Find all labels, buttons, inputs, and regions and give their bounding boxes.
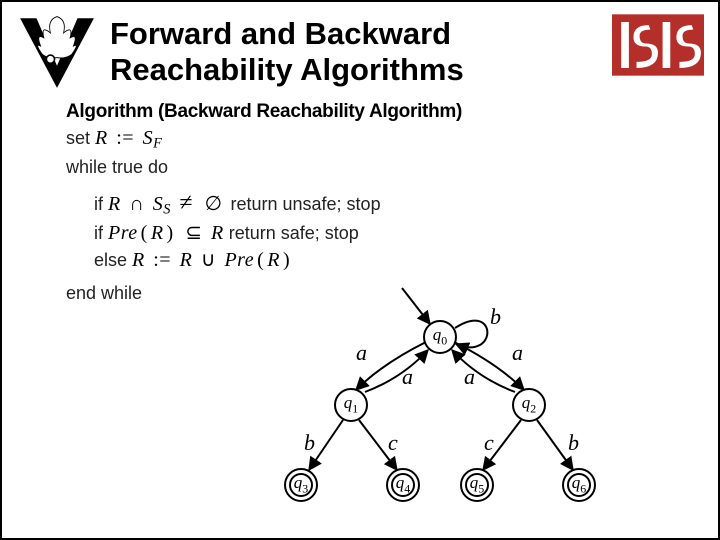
edge-label-c-q1q4: c xyxy=(388,430,398,456)
edge-label-a-left: a xyxy=(356,340,367,366)
state-q2: q2 xyxy=(512,388,546,422)
state-q3-accept: q3 xyxy=(284,468,318,502)
algo-set-keyword: set xyxy=(66,128,95,148)
state-q6-accept: q6 xyxy=(562,468,596,502)
vanderbilt-logo xyxy=(16,10,98,92)
edge-label-b-loop: b xyxy=(490,304,501,330)
state-q5-accept: q5 xyxy=(460,468,494,502)
automaton-diagram: q0 q1 q2 q3 q4 q5 q6 b a a a a b c c b xyxy=(252,282,682,532)
isis-logo xyxy=(612,14,704,76)
slide-title: Forward and Backward Reachability Algori… xyxy=(110,10,600,87)
algo-cond1-action: return unsafe; stop xyxy=(230,194,380,214)
algo-else-keyword: else xyxy=(94,250,132,270)
algo-cond2-expr: Pre(R) ⊆ R xyxy=(108,222,224,244)
edge-label-a-midr: a xyxy=(464,364,475,390)
edge-label-c-q2q5: c xyxy=(484,430,494,456)
state-q1: q1 xyxy=(334,388,368,422)
algo-cond1-expr: R ∩ SS ≠ ∅ xyxy=(108,193,225,215)
state-q0: q0 xyxy=(423,320,457,354)
algo-if2-keyword: if xyxy=(94,223,108,243)
edge-label-b-q2q6: b xyxy=(568,430,579,456)
slide: Forward and Backward Reachability Algori… xyxy=(0,0,720,540)
slide-header: Forward and Backward Reachability Algori… xyxy=(2,2,718,96)
algo-endwhile: end while xyxy=(66,283,142,303)
algorithm-block: Algorithm (Backward Reachability Algorit… xyxy=(2,96,718,307)
edge-label-a-midl: a xyxy=(402,364,413,390)
algo-else-expr: R := R ∪ Pre(R) xyxy=(132,249,293,271)
edge-label-a-right: a xyxy=(512,340,523,366)
algo-init-expr: R := SF xyxy=(95,127,162,149)
algo-while: while true do xyxy=(66,157,168,177)
algo-cond2-action: return safe; stop xyxy=(229,223,359,243)
edge-label-b-q1q3: b xyxy=(304,430,315,456)
algorithm-title: Algorithm (Backward Reachability Algorit… xyxy=(66,101,462,122)
state-q4-accept: q4 xyxy=(386,468,420,502)
algo-if1-keyword: if xyxy=(94,194,108,214)
